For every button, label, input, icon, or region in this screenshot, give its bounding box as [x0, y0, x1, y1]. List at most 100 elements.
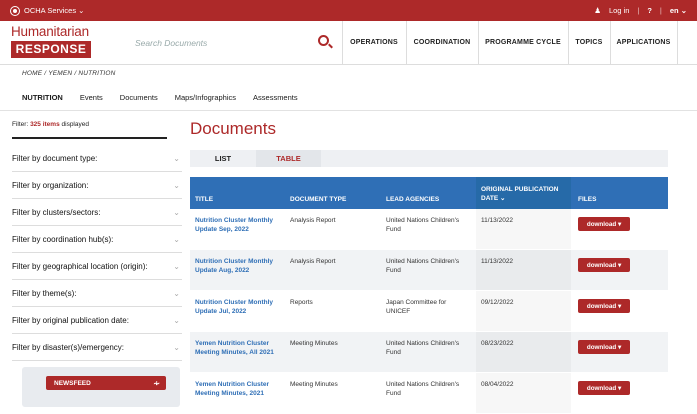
chevron-down-icon: ⌄ [173, 315, 180, 325]
filter-clusters-sectors[interactable]: Filter by clusters/sectors: ⌄ [12, 199, 182, 226]
filter-publication-date[interactable]: Filter by original publication date: ⌄ [12, 307, 182, 334]
tab-events[interactable]: Events [80, 93, 103, 102]
nav-topics[interactable]: TOPICS [568, 21, 610, 64]
filter-label: Filter by theme(s): [12, 288, 77, 298]
rss-icon: ∻ [153, 378, 160, 388]
document-title-link[interactable]: Yemen Nutrition Cluster Meeting Minutes,… [195, 339, 287, 357]
filter-suffix: displayed [59, 121, 89, 128]
download-button[interactable]: download ▾ [578, 299, 630, 313]
help-link[interactable]: ? [647, 6, 652, 15]
table-row: Nutrition Cluster Monthly Update Sep, 20… [190, 209, 668, 250]
documents-table: TITLE DOCUMENT TYPE LEAD AGENCIES ORIGIN… [190, 177, 668, 414]
document-title-link[interactable]: Nutrition Cluster Monthly Update Sep, 20… [195, 216, 287, 234]
filter-label: Filter by coordination hub(s): [12, 234, 114, 244]
chevron-down-icon: ⌄ [173, 342, 180, 352]
table-row: Yemen Nutrition Cluster Meeting Minutes,… [190, 373, 668, 414]
table-row: Nutrition Cluster Monthly Update Jul, 20… [190, 291, 668, 332]
search-input[interactable]: Search Documents [135, 38, 207, 48]
newsfeed-label: NEWSFEED [54, 379, 91, 387]
col-publication-date[interactable]: ORIGINAL PUBLICATION DATE ⌄ [481, 185, 567, 203]
col-files: FILES [578, 196, 597, 203]
page-title: Documents [190, 119, 276, 138]
filter-count: 325 items [30, 121, 60, 128]
publication-date: 08/04/2022 [481, 381, 514, 388]
chevron-down-icon: ⌄ [173, 180, 180, 190]
nav-programme-cycle[interactable]: PROGRAMME CYCLE [478, 21, 568, 64]
filter-disaster-emergency[interactable]: Filter by disaster(s)/emergency: ⌄ [12, 334, 182, 361]
chevron-down-icon: ⌄ [173, 288, 180, 298]
nav-applications[interactable]: APPLICATIONS [610, 21, 677, 64]
view-switcher: LIST TABLE [190, 150, 668, 167]
search-icon[interactable] [318, 35, 329, 46]
tab-documents[interactable]: Documents [120, 93, 158, 102]
tab-table-view[interactable]: TABLE [256, 150, 321, 167]
download-button[interactable]: download ▾ [578, 340, 630, 354]
lead-agency: United Nations Children's Fund [386, 340, 460, 356]
col-title[interactable]: TITLE [195, 196, 213, 203]
filter-label: Filter by organization: [12, 180, 89, 190]
humanitarian-response-logo[interactable]: Humanitarian RESPONSE [11, 23, 95, 61]
col-document-type[interactable]: DOCUMENT TYPE [290, 196, 346, 203]
tab-list-view[interactable]: LIST [190, 150, 256, 167]
lead-agency: United Nations Children's Fund [386, 381, 460, 397]
filter-label: Filter by geographical location (origin)… [12, 261, 148, 271]
table-header: TITLE DOCUMENT TYPE LEAD AGENCIES ORIGIN… [190, 177, 668, 209]
filter-label: Filter by disaster(s)/emergency: [12, 342, 125, 352]
tab-nutrition[interactable]: NUTRITION [22, 93, 63, 102]
tab-assessments[interactable]: Assessments [253, 93, 298, 102]
date-column-bg [476, 291, 571, 331]
ocha-topbar: OCHA Services ⌄ ♟ Log in | ? | en ⌄ [0, 0, 697, 21]
login-link[interactable]: Log in [609, 6, 629, 15]
filter-organization[interactable]: Filter by organization: ⌄ [12, 172, 182, 199]
chevron-down-icon: ⌄ [173, 261, 180, 271]
publication-date: 08/23/2022 [481, 340, 514, 347]
filter-document-type[interactable]: Filter by document type: ⌄ [12, 145, 182, 172]
user-icon: ♟ [594, 6, 601, 15]
date-column-bg [476, 373, 571, 413]
document-type: Analysis Report [290, 258, 336, 265]
publication-date: 11/13/2022 [481, 217, 514, 224]
site-header: Humanitarian RESPONSE Search Documents O… [0, 21, 697, 65]
nav-divider [677, 21, 678, 64]
download-button[interactable]: download ▾ [578, 217, 630, 231]
ocha-services-menu[interactable]: OCHA Services ⌄ [24, 6, 84, 15]
date-column-bg [476, 250, 571, 290]
chevron-down-icon: ⌄ [173, 234, 180, 244]
download-button[interactable]: download ▾ [578, 381, 630, 395]
document-title-link[interactable]: Nutrition Cluster Monthly Update Aug, 20… [195, 257, 287, 275]
document-type: Reports [290, 299, 313, 306]
filter-label: Filter by clusters/sectors: [12, 207, 101, 217]
nav-operations[interactable]: OPERATIONS [342, 21, 406, 64]
divider [12, 137, 167, 139]
filter-prefix: Filter: [12, 121, 31, 128]
lead-agency: United Nations Children's Fund [386, 258, 460, 274]
document-title-link[interactable]: Yemen Nutrition Cluster Meeting Minutes,… [195, 380, 287, 398]
filter-coordination-hubs[interactable]: Filter by coordination hub(s): ⌄ [12, 226, 182, 253]
lead-agency: Japan Committee for UNICEF [386, 299, 447, 315]
filter-themes[interactable]: Filter by theme(s): ⌄ [12, 280, 182, 307]
chevron-down-icon: ⌄ [173, 207, 180, 217]
date-column-bg [476, 332, 571, 372]
filter-summary: Filter: 325 items displayed [12, 121, 89, 128]
tab-maps-infographics[interactable]: Maps/Infographics [175, 93, 236, 102]
date-column-bg [476, 209, 571, 249]
download-button[interactable]: download ▾ [578, 258, 630, 272]
document-type: Meeting Minutes [290, 340, 338, 347]
logo-line1: Humanitarian [11, 23, 89, 39]
newsfeed-button[interactable]: NEWSFEED ∻ [46, 376, 166, 390]
divider: | [637, 6, 640, 15]
un-logo-icon [10, 5, 20, 16]
filter-geographical-location[interactable]: Filter by geographical location (origin)… [12, 253, 182, 280]
col-lead-agencies[interactable]: LEAD AGENCIES [386, 196, 439, 203]
language-selector[interactable]: en ⌄ [670, 6, 687, 15]
divider: | [659, 6, 662, 15]
nav-coordination[interactable]: COORDINATION [406, 21, 478, 64]
document-type: Meeting Minutes [290, 381, 338, 388]
document-title-link[interactable]: Nutrition Cluster Monthly Update Jul, 20… [195, 298, 287, 316]
logo-line2: RESPONSE [11, 40, 91, 58]
filter-label: Filter by original publication date: [12, 315, 129, 325]
divider [0, 110, 697, 111]
breadcrumb[interactable]: HOME / YEMEN / NUTRITION [22, 70, 116, 77]
lead-agency: United Nations Children's Fund [386, 217, 460, 233]
section-tabs: NUTRITION Events Documents Maps/Infograp… [22, 93, 315, 102]
